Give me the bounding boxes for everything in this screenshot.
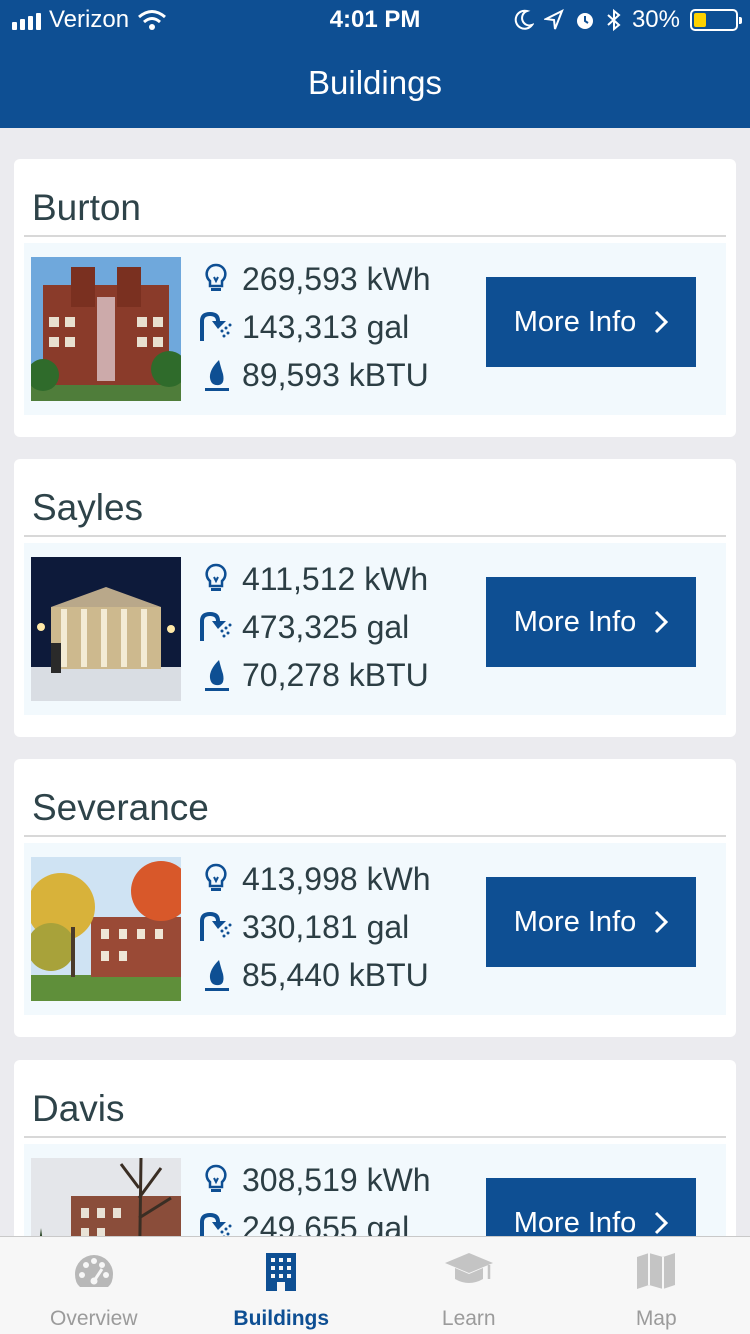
tab-map[interactable]: Map [563, 1237, 750, 1334]
heat-value: 85,440 kBTU [242, 956, 429, 993]
building-stats-panel: 413,998 kWh 330,181 gal 85,440 kBTU More… [24, 843, 726, 1015]
lightbulb-icon [196, 1160, 236, 1200]
water-value: 249,655 gal [242, 1209, 410, 1237]
building-photo [31, 557, 181, 701]
shower-icon [196, 307, 236, 347]
building-name: Sayles [32, 487, 144, 528]
top-bar: Verizon 4:01 PM 30% Buildings [0, 0, 750, 128]
page-title: Buildings [308, 64, 442, 101]
water-value: 143,313 gal [242, 308, 410, 345]
electricity-value: 411,512 kWh [242, 560, 429, 597]
bluetooth-icon [607, 8, 621, 32]
more-info-label: More Info [513, 605, 637, 638]
divider [24, 535, 726, 537]
tab-learn[interactable]: Learn [375, 1237, 563, 1334]
lightbulb-icon [196, 859, 236, 899]
tab-label: Map [635, 1307, 677, 1330]
more-info-label: More Info [513, 905, 637, 938]
water-value: 330,181 gal [242, 908, 410, 945]
building-name: Davis [32, 1088, 125, 1129]
building-photo [31, 1158, 181, 1236]
lightbulb-icon [196, 559, 236, 599]
buildings-list[interactable]: Burton 269,593 kWh 143,313 gal 89,593 kB… [0, 128, 750, 1236]
more-info-button[interactable]: More Info [486, 877, 696, 967]
building-name: Severance [32, 787, 209, 828]
building-card: Davis 308,519 kWh 249,655 gal More Info [14, 1060, 736, 1236]
electricity-value: 413,998 kWh [242, 860, 431, 897]
building-photo [31, 257, 181, 401]
more-info-button[interactable]: More Info [486, 1178, 696, 1236]
map-icon [637, 1253, 676, 1289]
flame-icon [196, 355, 236, 395]
status-bar: Verizon 4:01 PM 30% [0, 0, 750, 40]
battery-percent: 30% [631, 6, 680, 33]
water-value: 473,325 gal [242, 608, 410, 645]
shower-icon [196, 907, 236, 947]
chevron-right-icon [655, 910, 669, 934]
battery-icon [690, 9, 742, 31]
alarm-icon [576, 13, 593, 29]
building-name: Burton [32, 187, 142, 228]
building-stats-panel: 411,512 kWh 473,325 gal 70,278 kBTU More… [24, 543, 726, 715]
electricity-value: 269,593 kWh [242, 260, 431, 297]
heat-value: 70,278 kBTU [242, 656, 429, 693]
chevron-right-icon [655, 610, 669, 634]
shower-icon [196, 1208, 236, 1236]
tab-label: Learn [441, 1307, 496, 1330]
electricity-value: 308,519 kWh [242, 1161, 431, 1198]
graduation-cap-icon [444, 1253, 493, 1283]
more-info-button[interactable]: More Info [486, 277, 696, 367]
gauge-icon [74, 1255, 113, 1287]
tab-bar: Overview Buildings Learn Map [0, 1236, 750, 1334]
moon-icon [514, 9, 534, 30]
tab-label: Overview [49, 1307, 138, 1330]
building-stats-panel: 308,519 kWh 249,655 gal More Info [24, 1144, 726, 1236]
location-icon [543, 9, 564, 30]
shower-icon [196, 607, 236, 647]
chevron-right-icon [655, 1211, 669, 1235]
tab-overview[interactable]: Overview [0, 1237, 188, 1334]
tab-buildings[interactable]: Buildings [188, 1237, 376, 1334]
divider [24, 835, 726, 837]
more-info-label: More Info [513, 1206, 637, 1237]
divider [24, 1136, 726, 1138]
building-stats-panel: 269,593 kWh 143,313 gal 89,593 kBTU More… [24, 243, 726, 415]
more-info-button[interactable]: More Info [486, 577, 696, 667]
lightbulb-icon [196, 259, 236, 299]
building-card: Burton 269,593 kWh 143,313 gal 89,593 kB… [14, 159, 736, 437]
chevron-right-icon [655, 310, 669, 334]
more-info-label: More Info [513, 305, 637, 338]
building-card: Severance 413,998 kWh 330,181 gal 85,440… [14, 759, 736, 1037]
divider [24, 235, 726, 237]
flame-icon [196, 655, 236, 695]
building-icon [266, 1253, 297, 1291]
building-card: Sayles 411,512 kWh 473,325 gal 70,278 kB… [14, 459, 736, 737]
tab-label: Buildings [233, 1307, 330, 1330]
building-photo [31, 857, 181, 1001]
heat-value: 89,593 kBTU [242, 356, 429, 393]
flame-icon [196, 955, 236, 995]
